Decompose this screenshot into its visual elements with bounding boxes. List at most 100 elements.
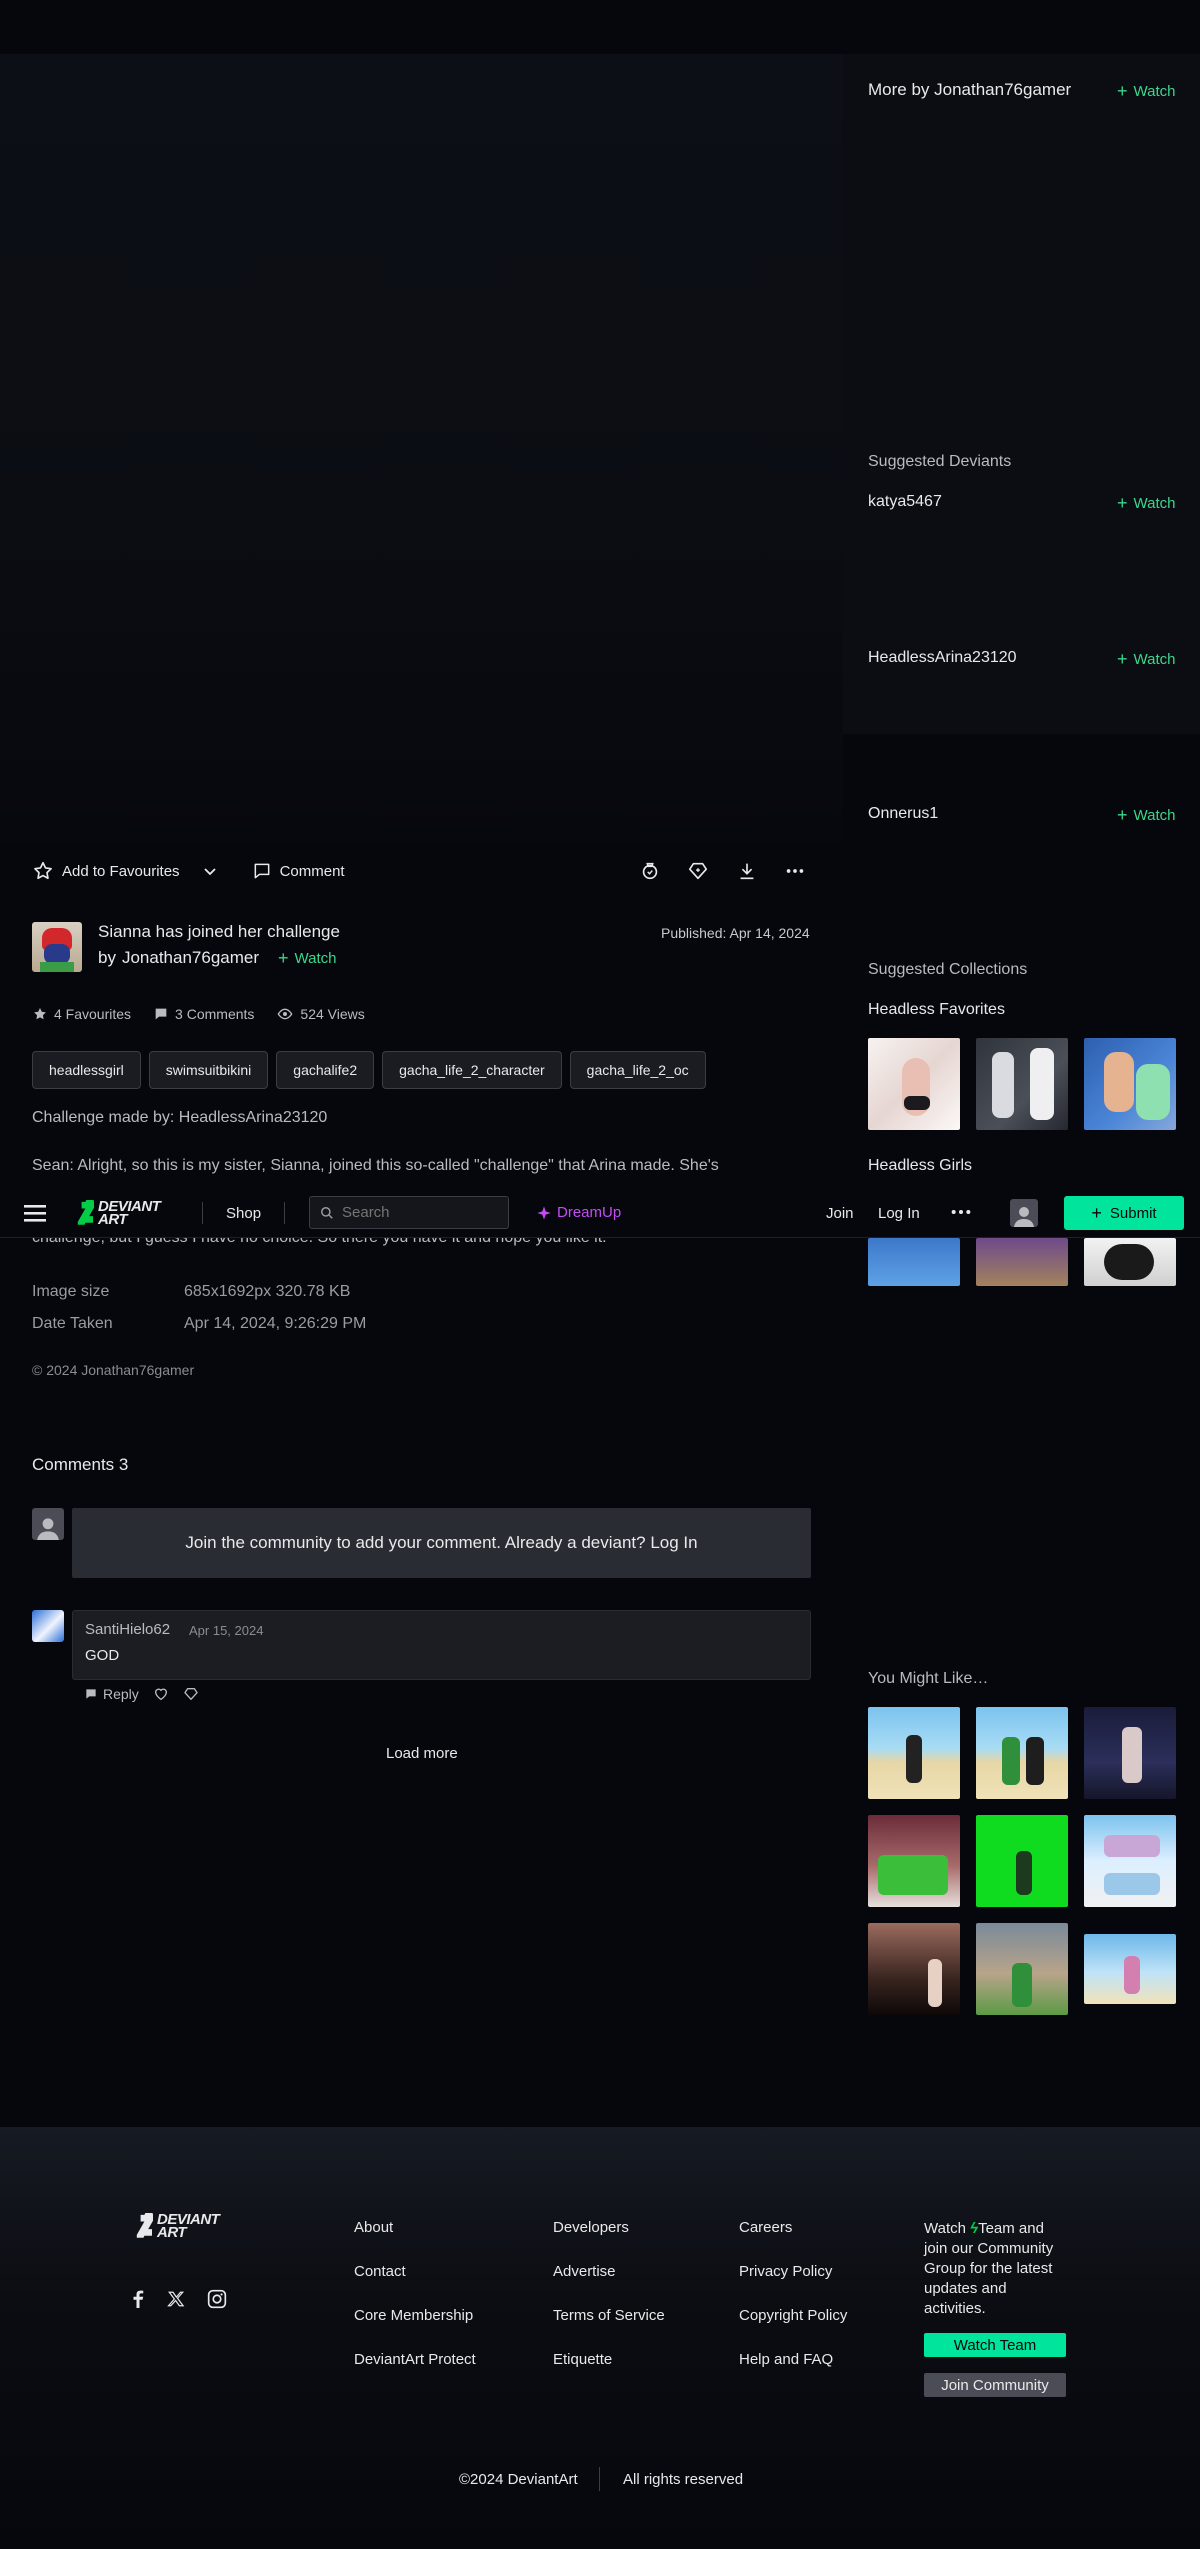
more-by-title[interactable]: More by Jonathan76gamer [868,80,1071,100]
comment-prompt[interactable]: Join the community to add your comment. … [72,1508,811,1578]
instagram-icon[interactable] [207,2289,227,2309]
watch-label: Watch [1133,806,1176,824]
eye-icon [277,1008,293,1020]
figure-shape [1104,1873,1160,1895]
comment-text: GOD [85,1647,120,1664]
join-link[interactable]: Join [826,1205,854,1222]
tag-chip[interactable]: gacha_life_2_character [382,1051,562,1089]
author-avatar[interactable] [32,922,82,972]
figure-shape [906,1735,922,1783]
figure-shape [1104,1052,1134,1112]
watch-button[interactable]: + Watch [1117,82,1175,100]
star-icon [34,861,52,880]
footer-link-contact[interactable]: Contact [354,2263,406,2280]
figure-shape [1016,1851,1032,1895]
top-navbar: DEVIANT ART Shop DreamUp Join Log In + S… [0,1188,1200,1238]
collection-thumbnail[interactable] [976,1238,1068,1286]
watch-button[interactable]: + Watch [1117,650,1175,668]
recommendation-thumbnail[interactable] [976,1923,1068,2015]
recommendation-thumbnail[interactable] [976,1707,1068,1799]
tag-chip[interactable]: gacha_life_2_oc [569,1051,706,1089]
footer-link-deviantart-protect[interactable]: DeviantArt Protect [354,2351,476,2368]
watch-author-button[interactable]: + Watch [278,949,336,967]
deviantart-logo[interactable]: DEVIANT ART [74,1198,161,1228]
comment-icon [86,1689,96,1699]
watch-label: Watch [294,949,337,967]
search-input[interactable] [342,1204,492,1221]
watch-team-button[interactable]: Watch Team [924,2333,1066,2357]
footer-link-core-membership[interactable]: Core Membership [354,2307,473,2324]
plus-icon: + [1117,805,1128,825]
tip-icon[interactable] [686,859,710,883]
tag-chip[interactable]: gachalife2 [276,1051,375,1089]
figure-shape [1002,1737,1020,1785]
recommendation-thumbnail[interactable] [1084,1934,1176,2004]
footer-link-careers[interactable]: Careers [739,2219,792,2236]
heart-icon[interactable] [153,1686,169,1702]
comment-button[interactable]: Comment [252,861,345,881]
suggested-collections-title: Suggested Collections [868,961,1028,978]
footer-copyright: ©2024 DeviantArt [459,2471,578,2488]
views-stat: 524 Views [276,1006,365,1022]
suggested-deviant-name[interactable]: katya5467 [868,493,942,511]
hamburger-menu-icon[interactable] [24,1203,46,1223]
favourites-count: 4 Favourites [54,1006,132,1022]
footer-link-advertise[interactable]: Advertise [553,2263,616,2280]
comments-stat[interactable]: 3 Comments [153,1006,254,1022]
recommendation-thumbnail[interactable] [868,1923,960,2015]
figure-shape [1030,1048,1054,1120]
collection-thumbnail[interactable] [868,1238,960,1286]
join-community-button[interactable]: Join Community [924,2373,1066,2397]
recommendation-thumbnail[interactable] [976,1815,1068,1907]
tip-icon[interactable] [183,1686,199,1702]
recommendation-thumbnail[interactable] [868,1815,960,1907]
load-more-button[interactable]: Load more [386,1745,458,1762]
collection-title[interactable]: Headless Girls [868,1157,972,1175]
footer-link-copyright-policy[interactable]: Copyright Policy [739,2307,847,2324]
author-name[interactable]: Jonathan76gamer [122,948,259,968]
top-strip [0,0,1200,54]
watch-button[interactable]: + Watch [1117,806,1175,824]
collection-title[interactable]: Headless Favorites [868,1001,1005,1019]
footer-link-terms[interactable]: Terms of Service [553,2307,665,2324]
badge-icon[interactable] [638,859,662,883]
watch-button[interactable]: + Watch [1117,494,1175,512]
facebook-icon[interactable] [131,2290,145,2308]
recommendation-thumbnail[interactable] [868,1707,960,1799]
footer-link-etiquette[interactable]: Etiquette [553,2351,612,2368]
download-icon[interactable] [735,859,759,883]
logo-text: DEVIANT ART [98,1198,161,1228]
suggested-deviant-name[interactable]: Onnerus1 [868,805,938,823]
chevron-down-icon[interactable] [202,863,218,879]
tag-chip[interactable]: swimsuitbikini [148,1051,269,1089]
avatar[interactable] [1010,1199,1038,1227]
add-to-favourites-label: Add to Favourites [62,862,180,880]
collection-thumbnail[interactable] [1084,1038,1176,1130]
search-box[interactable] [309,1196,509,1229]
footer-link-about[interactable]: About [354,2219,393,2236]
collection-thumbnail[interactable] [976,1038,1068,1130]
add-to-favourites-button[interactable]: Add to Favourites [32,860,218,882]
suggested-deviant-name[interactable]: HeadlessArina23120 [868,649,1017,667]
dreamup-link[interactable]: DreamUp [536,1204,621,1221]
reply-button[interactable]: Reply [84,1686,139,1702]
commenter-name[interactable]: SantiHielo62 [85,1621,170,1638]
footer-link-privacy[interactable]: Privacy Policy [739,2263,832,2280]
tag-chip[interactable]: headlessgirl [32,1051,141,1089]
x-twitter-icon[interactable] [167,2290,185,2308]
login-link[interactable]: Log In [878,1205,920,1222]
submit-button[interactable]: + Submit [1064,1196,1184,1230]
commenter-avatar[interactable] [32,1610,64,1642]
shop-link[interactable]: Shop [226,1205,261,1222]
recommendation-thumbnail[interactable] [1084,1815,1176,1907]
more-options-icon[interactable] [950,1204,972,1220]
collection-thumbnail[interactable] [1084,1238,1176,1286]
collection-thumbnail[interactable] [868,1038,960,1130]
recommendation-thumbnail[interactable] [1084,1707,1176,1799]
copyright-notice: © 2024 Jonathan76gamer [32,1362,195,1378]
footer-link-help[interactable]: Help and FAQ [739,2351,833,2368]
more-options-icon[interactable] [783,859,807,883]
footer-link-developers[interactable]: Developers [553,2219,629,2236]
artwork-viewer[interactable] [0,54,843,844]
footer-logo[interactable]: DEVIANT ART [133,2212,220,2240]
